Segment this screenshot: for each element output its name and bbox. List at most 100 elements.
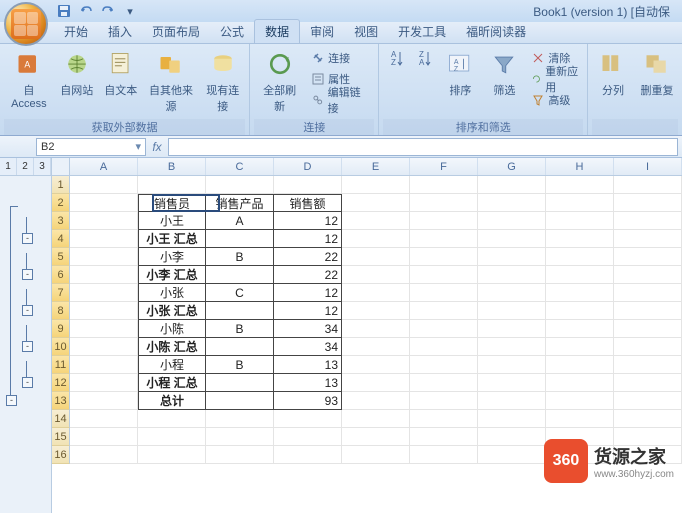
- redo-icon[interactable]: [100, 3, 116, 19]
- cell[interactable]: [614, 374, 682, 392]
- tab-foxit[interactable]: 福昕阅读器: [456, 20, 536, 43]
- cell[interactable]: [138, 446, 206, 464]
- row-header[interactable]: 4: [52, 230, 70, 248]
- cell[interactable]: 小程 汇总: [138, 374, 206, 392]
- cell[interactable]: [206, 446, 274, 464]
- col-header[interactable]: D: [274, 158, 342, 175]
- cell[interactable]: [342, 410, 410, 428]
- cell[interactable]: 销售员: [138, 194, 206, 212]
- cell[interactable]: [70, 320, 138, 338]
- tab-layout[interactable]: 页面布局: [142, 20, 210, 43]
- cell[interactable]: [274, 410, 342, 428]
- cell[interactable]: [342, 446, 410, 464]
- sort-desc-button[interactable]: ZA: [411, 46, 437, 72]
- cell[interactable]: C: [206, 284, 274, 302]
- cell[interactable]: 12: [274, 302, 342, 320]
- cell[interactable]: B: [206, 320, 274, 338]
- cell[interactable]: [478, 338, 546, 356]
- outline-collapse-icon[interactable]: -: [6, 395, 17, 406]
- cell[interactable]: [478, 212, 546, 230]
- col-header[interactable]: B: [138, 158, 206, 175]
- col-header[interactable]: G: [478, 158, 546, 175]
- row-header[interactable]: 1: [52, 176, 70, 194]
- cell[interactable]: 12: [274, 284, 342, 302]
- cell[interactable]: [410, 374, 478, 392]
- cell[interactable]: [546, 392, 614, 410]
- row-header[interactable]: 12: [52, 374, 70, 392]
- cell[interactable]: 小张 汇总: [138, 302, 206, 320]
- qat-dropdown-icon[interactable]: ▾: [122, 3, 138, 19]
- cell[interactable]: [478, 356, 546, 374]
- cell[interactable]: [478, 410, 546, 428]
- cell[interactable]: [614, 248, 682, 266]
- sort-button[interactable]: AZ排序: [439, 46, 481, 100]
- refresh-all-button[interactable]: 全部刷新: [254, 46, 305, 116]
- chevron-down-icon[interactable]: ▾: [135, 140, 141, 153]
- cell[interactable]: [342, 176, 410, 194]
- cell[interactable]: [342, 194, 410, 212]
- outline-collapse-icon[interactable]: -: [22, 269, 33, 280]
- cell[interactable]: [274, 176, 342, 194]
- row-header[interactable]: 16: [52, 446, 70, 464]
- cell[interactable]: [70, 392, 138, 410]
- outline-pane[interactable]: 1 2 3 - - - - - -: [0, 158, 52, 513]
- row-header[interactable]: 3: [52, 212, 70, 230]
- cell[interactable]: [410, 230, 478, 248]
- outline-collapse-icon[interactable]: -: [22, 341, 33, 352]
- outline-level-3[interactable]: 3: [34, 158, 51, 175]
- outline-level-1[interactable]: 1: [0, 158, 17, 175]
- cell[interactable]: 12: [274, 230, 342, 248]
- cell[interactable]: 小程: [138, 356, 206, 374]
- cell[interactable]: [410, 338, 478, 356]
- cell[interactable]: 93: [274, 392, 342, 410]
- cell[interactable]: 小王 汇总: [138, 230, 206, 248]
- cell[interactable]: [70, 302, 138, 320]
- cell[interactable]: [478, 230, 546, 248]
- formula-input[interactable]: [168, 138, 678, 156]
- cell[interactable]: [410, 392, 478, 410]
- cell[interactable]: [70, 230, 138, 248]
- cell[interactable]: [342, 320, 410, 338]
- cell[interactable]: [614, 392, 682, 410]
- cell[interactable]: [206, 266, 274, 284]
- cell[interactable]: [614, 338, 682, 356]
- cell[interactable]: [410, 194, 478, 212]
- cell[interactable]: [138, 428, 206, 446]
- save-icon[interactable]: [56, 3, 72, 19]
- cell[interactable]: [70, 248, 138, 266]
- cell[interactable]: 小王: [138, 212, 206, 230]
- cell[interactable]: 小张: [138, 284, 206, 302]
- col-header[interactable]: H: [546, 158, 614, 175]
- cell[interactable]: [478, 446, 546, 464]
- cell[interactable]: [478, 374, 546, 392]
- outline-collapse-icon[interactable]: -: [22, 233, 33, 244]
- cell[interactable]: [410, 284, 478, 302]
- cell[interactable]: 22: [274, 248, 342, 266]
- cell[interactable]: [478, 392, 546, 410]
- tab-dev[interactable]: 开发工具: [388, 20, 456, 43]
- col-header[interactable]: I: [614, 158, 682, 175]
- cell[interactable]: [546, 410, 614, 428]
- tab-insert[interactable]: 插入: [98, 20, 142, 43]
- cell[interactable]: [342, 428, 410, 446]
- cell[interactable]: [614, 356, 682, 374]
- cell[interactable]: [206, 392, 274, 410]
- cell[interactable]: [546, 212, 614, 230]
- cell[interactable]: [410, 176, 478, 194]
- cell[interactable]: [206, 374, 274, 392]
- name-box[interactable]: B2▾: [36, 138, 146, 156]
- col-header[interactable]: E: [342, 158, 410, 175]
- cell[interactable]: [206, 338, 274, 356]
- cell[interactable]: [546, 176, 614, 194]
- cell[interactable]: [410, 212, 478, 230]
- select-all-corner[interactable]: [52, 158, 70, 175]
- cell[interactable]: 小陈: [138, 320, 206, 338]
- filter-button[interactable]: 筛选: [483, 46, 525, 100]
- edit-links-button[interactable]: 编辑链接: [311, 90, 370, 110]
- from-web-button[interactable]: 自网站: [56, 46, 98, 100]
- cell[interactable]: [546, 248, 614, 266]
- cell[interactable]: 小李 汇总: [138, 266, 206, 284]
- cell[interactable]: 小陈 汇总: [138, 338, 206, 356]
- cell[interactable]: [342, 338, 410, 356]
- cell[interactable]: [206, 230, 274, 248]
